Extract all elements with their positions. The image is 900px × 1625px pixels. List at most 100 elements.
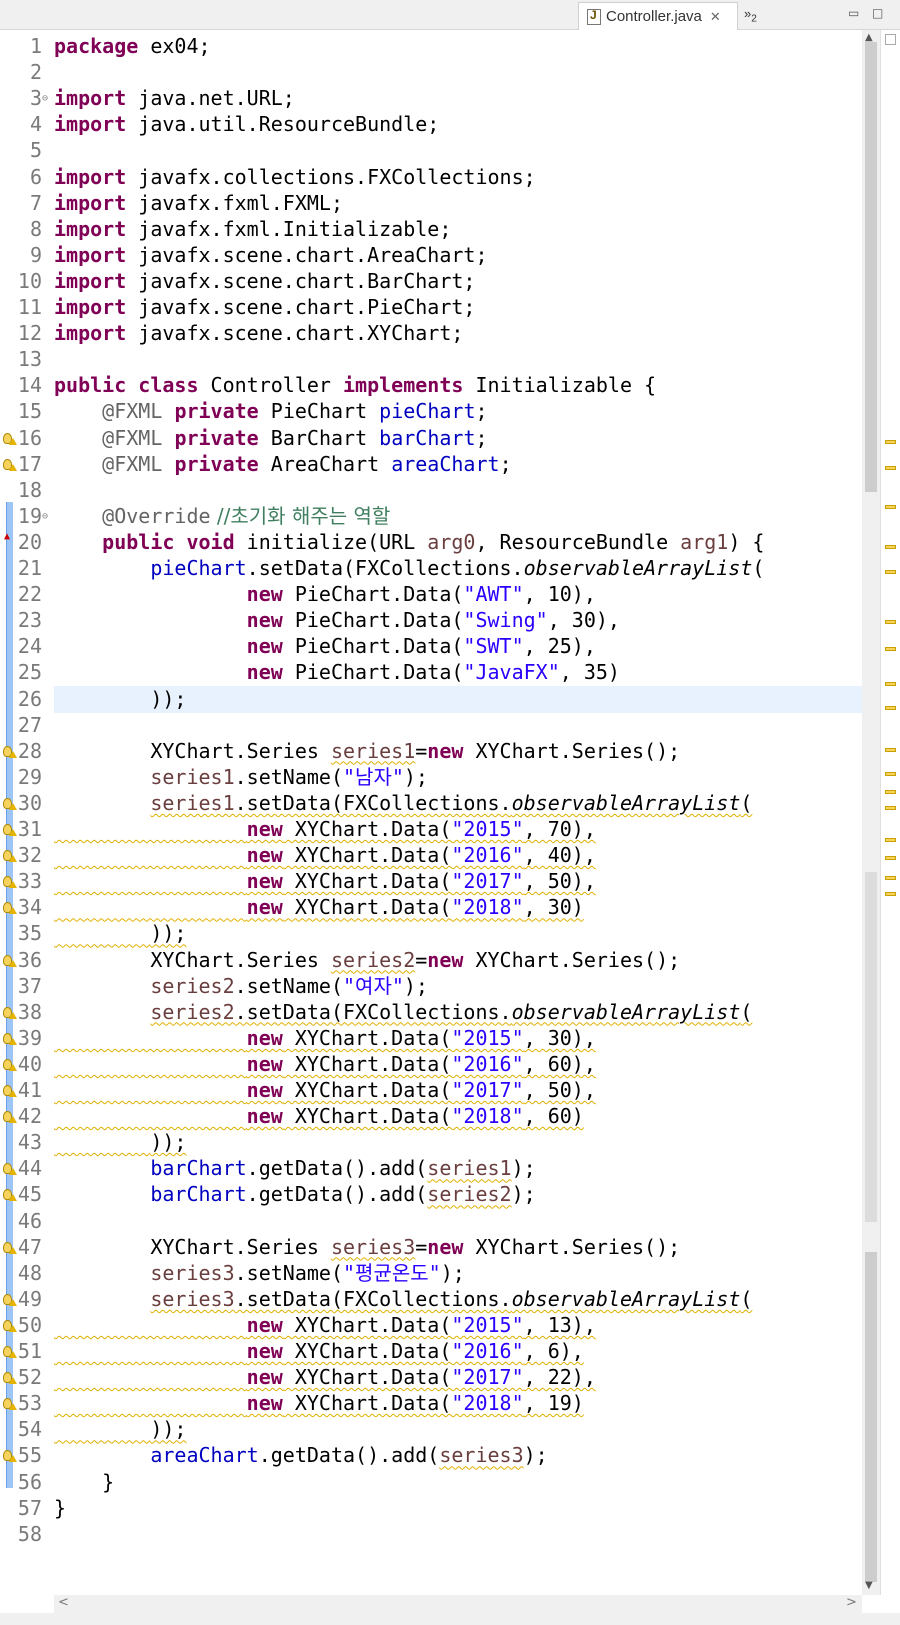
- code-line[interactable]: 16 @FXML private BarChart barChart;: [0, 425, 862, 452]
- quick-fix-warning-icon[interactable]: [3, 1085, 17, 1097]
- code-line[interactable]: 43 ));: [0, 1129, 862, 1156]
- tab-controller-java[interactable]: Controller.java ✕: [578, 2, 738, 30]
- code-line[interactable]: 9 import javafx.scene.chart.AreaChart;: [0, 242, 862, 269]
- code-line[interactable]: 6 import javafx.collections.FXCollections…: [0, 164, 862, 191]
- code-line[interactable]: 45 barChart.getData().add(series2);: [0, 1181, 862, 1208]
- quick-fix-warning-icon[interactable]: [3, 1163, 17, 1176]
- code-line[interactable]: 49 series3.setData(FXCollections.observa…: [0, 1286, 862, 1313]
- code-line[interactable]: 10 import javafx.scene.chart.BarChart;: [0, 268, 862, 295]
- code-line[interactable]: 42 new XYChart.Data("2018", 60): [0, 1103, 862, 1130]
- quick-fix-warning-icon[interactable]: [3, 1398, 17, 1411]
- code-line[interactable]: 38 series2.setData(FXCollections.observa…: [0, 999, 862, 1026]
- code-line[interactable]: 39 new XYChart.Data("2015", 30),: [0, 1025, 862, 1052]
- code-line[interactable]: 19 ⊖ @Override //초기화 해주는 역할: [0, 503, 862, 530]
- scroll-thumb[interactable]: [865, 42, 877, 492]
- quick-fix-warning-icon[interactable]: [3, 1111, 17, 1124]
- vertical-scrollbar[interactable]: ▲ ▼: [862, 30, 880, 1595]
- quick-fix-warning-icon[interactable]: [3, 797, 17, 810]
- overview-warning-marker[interactable]: [885, 790, 896, 794]
- minimize-icon[interactable]: ▭: [848, 6, 859, 20]
- code-line[interactable]: 54 ));: [0, 1416, 862, 1443]
- quick-fix-warning-icon[interactable]: [3, 432, 17, 445]
- code-line[interactable]: 24 new PieChart.Data("SWT", 25),: [0, 633, 862, 660]
- code-line[interactable]: 34 new XYChart.Data("2018", 30): [0, 894, 862, 921]
- code-line[interactable]: 56 }: [0, 1469, 862, 1496]
- overview-warning-marker[interactable]: [885, 856, 896, 860]
- code-line[interactable]: 33 new XYChart.Data("2017", 50),: [0, 868, 862, 895]
- code-line[interactable]: 35 ));: [0, 920, 862, 947]
- code-line[interactable]: 13: [0, 346, 862, 373]
- quick-fix-warning-icon[interactable]: [3, 1346, 17, 1358]
- code-line[interactable]: 28 XYChart.Series series1=new XYChart.Se…: [0, 738, 862, 765]
- overview-warning-marker[interactable]: [885, 706, 896, 710]
- code-line[interactable]: 2: [0, 59, 862, 86]
- quick-fix-warning-icon[interactable]: [3, 850, 17, 863]
- overview-warning-marker[interactable]: [885, 838, 896, 842]
- code-line[interactable]: 50 new XYChart.Data("2015", 13),: [0, 1312, 862, 1339]
- code-line[interactable]: 21 pieChart.setData(FXCollections.observ…: [0, 555, 862, 582]
- code-editor[interactable]: 1 package ex04; 2 3 ⊖ import java.net.URL; 4 im…: [0, 30, 900, 1595]
- scroll-down-icon[interactable]: ▼: [865, 1580, 873, 1591]
- code-line[interactable]: 48 series3.setName("평균온도");: [0, 1260, 862, 1287]
- code-line[interactable]: 55 areaChart.getData().add(series3);: [0, 1442, 862, 1469]
- overview-warning-marker[interactable]: [885, 892, 896, 896]
- fold-toggle-icon[interactable]: ⊖: [42, 85, 48, 112]
- code-line[interactable]: 12 import javafx.scene.chart.XYChart;: [0, 320, 862, 347]
- code-line[interactable]: 32 new XYChart.Data("2016", 40),: [0, 842, 862, 869]
- overview-warning-marker[interactable]: [885, 545, 896, 549]
- overview-warning-marker[interactable]: [885, 505, 896, 509]
- code-line[interactable]: 11 import javafx.scene.chart.PieChart;: [0, 294, 862, 321]
- overview-warning-marker[interactable]: [885, 647, 896, 651]
- quick-fix-warning-icon[interactable]: [3, 1450, 17, 1463]
- scroll-right-icon[interactable]: >: [846, 1595, 857, 1610]
- code-line[interactable]: 17 @FXML private AreaChart areaChart;: [0, 451, 862, 478]
- maximize-icon[interactable]: □: [872, 6, 883, 20]
- code-line[interactable]: 57}: [0, 1495, 862, 1522]
- code-line[interactable]: 7 import javafx.fxml.FXML;: [0, 190, 862, 217]
- quick-fix-warning-icon[interactable]: [3, 1032, 17, 1045]
- quick-fix-warning-icon[interactable]: [3, 1241, 17, 1254]
- quick-fix-warning-icon[interactable]: [3, 745, 17, 758]
- scroll-left-icon[interactable]: <: [58, 1595, 69, 1610]
- overview-warning-marker[interactable]: [885, 570, 896, 574]
- code-line[interactable]: 29 series1.setName("남자");: [0, 764, 862, 791]
- overview-warning-marker[interactable]: [885, 806, 896, 810]
- fold-toggle-icon[interactable]: ⊖: [42, 503, 48, 530]
- overview-warning-marker[interactable]: [885, 440, 896, 444]
- quick-fix-warning-icon[interactable]: [3, 1293, 17, 1306]
- code-line[interactable]: 30 series1.setData(FXCollections.observa…: [0, 790, 862, 817]
- code-line[interactable]: 22 new PieChart.Data("AWT", 10),: [0, 581, 862, 608]
- code-line[interactable]: 27: [0, 712, 862, 739]
- horizontal-scrollbar[interactable]: < >: [54, 1595, 862, 1613]
- code-line[interactable]: 41 new XYChart.Data("2017", 50),: [0, 1077, 862, 1104]
- quick-fix-warning-icon[interactable]: [3, 1006, 17, 1019]
- overview-warning-marker[interactable]: [885, 682, 896, 686]
- code-line[interactable]: 23 new PieChart.Data("Swing", 30),: [0, 607, 862, 634]
- code-line[interactable]: 26 ));: [0, 686, 862, 713]
- code-line[interactable]: 1 package ex04;: [0, 33, 862, 60]
- code-line[interactable]: 18: [0, 477, 862, 504]
- overview-warning-marker[interactable]: [885, 748, 896, 752]
- code-line[interactable]: 37 series2.setName("여자");: [0, 973, 862, 1000]
- overview-ruler[interactable]: [880, 30, 900, 1595]
- close-icon[interactable]: ✕: [710, 9, 721, 25]
- quick-fix-warning-icon[interactable]: [3, 1058, 17, 1071]
- tab-overflow-button[interactable]: »2: [744, 6, 757, 25]
- code-line[interactable]: 36 XYChart.Series series2=new XYChart.Se…: [0, 947, 862, 974]
- code-line[interactable]: 14 public class Controller implements Ini…: [0, 372, 862, 399]
- quick-fix-warning-icon[interactable]: [3, 876, 17, 889]
- code-line[interactable]: 53 new XYChart.Data("2018", 19): [0, 1390, 862, 1417]
- quick-fix-warning-icon[interactable]: [3, 902, 17, 915]
- code-line[interactable]: 4 import java.util.ResourceBundle;: [0, 111, 862, 138]
- code-line[interactable]: 20 ▲ public void initialize(URL arg0, Res…: [0, 529, 862, 556]
- quick-fix-warning-icon[interactable]: [3, 458, 17, 471]
- code-line[interactable]: 31 new XYChart.Data("2015", 70),: [0, 816, 862, 843]
- code-line[interactable]: 51 new XYChart.Data("2016", 6),: [0, 1338, 862, 1365]
- code-line[interactable]: 5: [0, 137, 862, 164]
- code-line[interactable]: 47 XYChart.Series series3=new XYChart.Se…: [0, 1234, 862, 1261]
- quick-fix-warning-icon[interactable]: [3, 1372, 17, 1385]
- code-line[interactable]: 3 ⊖ import java.net.URL;: [0, 85, 862, 112]
- quick-fix-warning-icon[interactable]: [3, 1189, 17, 1202]
- overview-warning-marker[interactable]: [885, 620, 896, 624]
- quick-fix-warning-icon[interactable]: [3, 824, 17, 836]
